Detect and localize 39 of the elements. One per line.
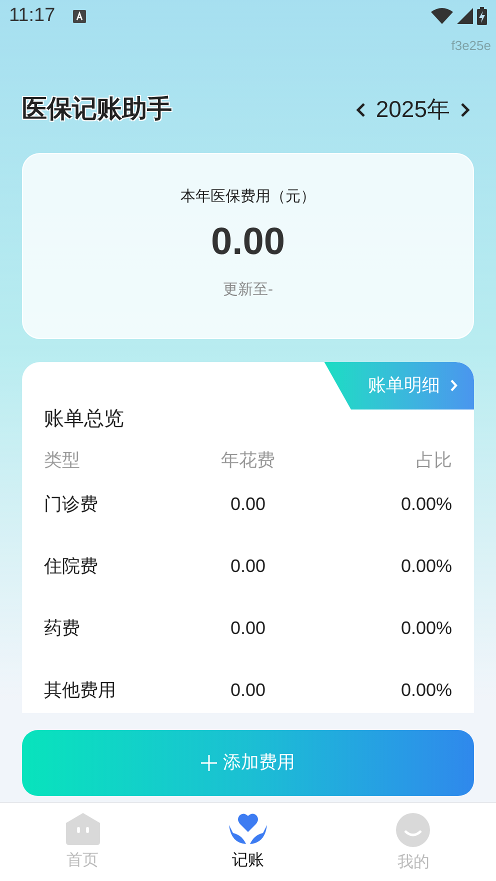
nav-tab[interactable]: 我的 <box>330 803 496 881</box>
heart-in-hands-icon <box>228 813 267 845</box>
table-cell-text: 0.00 <box>229 555 267 578</box>
wifi-icon <box>431 8 453 24</box>
nav-tab[interactable]: 首页 <box>0 803 166 881</box>
column-header: 占比 <box>415 448 452 472</box>
summary-amount: 0.00 <box>211 220 285 265</box>
table-cell-text: 0.00% <box>400 679 452 702</box>
table-cell-text: 门诊费 <box>44 493 99 516</box>
build-tag: f3e25e <box>451 36 491 56</box>
chevron-right-icon <box>450 379 458 392</box>
table-cell-text: 0.00% <box>400 617 452 640</box>
house-icon <box>66 813 100 845</box>
bill-detail-link[interactable]: 账单明细 <box>324 362 474 410</box>
nav-tab[interactable]: 记账 <box>165 803 331 881</box>
chevron-right-icon[interactable] <box>460 102 470 118</box>
add-expense-button[interactable]: 添加费用 <box>22 730 474 796</box>
table-cell-text: 0.00% <box>400 493 452 516</box>
smiley-icon <box>396 813 430 847</box>
column-header: 类型 <box>44 448 81 472</box>
app-title: 医保记账助手 <box>22 94 172 125</box>
updated-label: 更新至- <box>223 280 273 300</box>
chevron-left-icon[interactable] <box>356 102 366 118</box>
table-cell-text: 药费 <box>44 617 81 640</box>
table-cell-text: 0.00 <box>229 493 267 516</box>
table-cell-text: 0.00 <box>229 617 267 640</box>
table-cell-text: 0.00 <box>229 679 267 702</box>
keyboard-icon <box>73 10 86 22</box>
column-header: 年花费 <box>220 448 276 472</box>
plus-icon <box>201 754 217 770</box>
summary-label: 本年医保费用（元） <box>180 186 316 206</box>
table-cell-text: 0.00% <box>400 555 452 578</box>
bill-title: 账单总览 <box>44 406 124 432</box>
battery-icon <box>477 7 487 25</box>
year-label: 2025年 <box>376 95 450 124</box>
signal-icon <box>457 8 473 24</box>
table-cell-text: 其他费用 <box>44 679 117 702</box>
table-cell-text: 住院费 <box>44 555 99 578</box>
status-time: 11:17 <box>9 4 56 28</box>
